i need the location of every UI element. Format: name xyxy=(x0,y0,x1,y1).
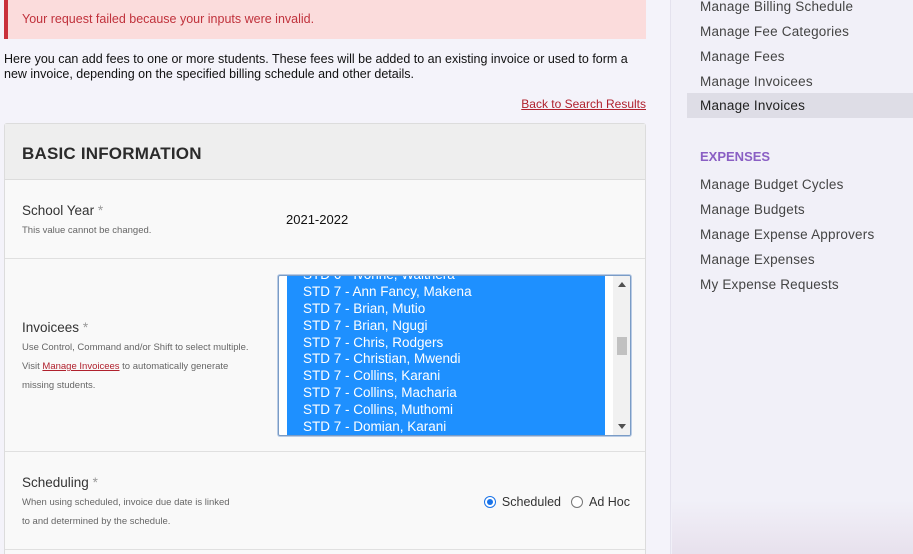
invoicees-multiselect[interactable]: STD 6 - Ivonne, WaitheraSTD 7 - Ann Fanc… xyxy=(278,275,631,436)
school-year-value: 2021-2022 xyxy=(286,212,349,227)
intro-text: Here you can add fees to one or more stu… xyxy=(4,52,628,81)
sidebar-item-manage-invoices[interactable]: Manage Invoices xyxy=(687,93,913,118)
invoicees-label: Invoicees * xyxy=(22,320,89,335)
invoicee-option[interactable]: STD 7 - Brian, Mutio xyxy=(287,300,605,318)
sidebar: Manage Billing Schedule Manage Fee Categ… xyxy=(687,0,913,554)
scrollbar-thumb[interactable] xyxy=(617,337,627,355)
sidebar-heading-expenses: EXPENSES xyxy=(700,149,771,164)
invoicees-row: Invoicees * Use Control, Command and/or … xyxy=(5,259,645,452)
invoicees-help: Use Control, Command and/or Shift to sel… xyxy=(22,342,249,391)
scroll-up-arrow-icon[interactable] xyxy=(618,282,626,287)
required-mark: * xyxy=(82,320,89,335)
scheduling-help: When using scheduled, invoice due date i… xyxy=(22,497,230,527)
main-content: Your request failed because your inputs … xyxy=(0,0,670,554)
sidebar-item-manage-expense-approvers[interactable]: Manage Expense Approvers xyxy=(687,222,913,247)
scheduling-radio-group: Scheduled Ad Hoc xyxy=(483,495,630,509)
adhoc-radio-label[interactable]: Ad Hoc xyxy=(589,495,630,509)
card-title: BASIC INFORMATION xyxy=(5,124,645,180)
sidebar-item-manage-expenses[interactable]: Manage Expenses xyxy=(687,247,913,272)
invoicee-option[interactable]: STD 6 - Ivonne, Waithera xyxy=(287,276,605,284)
sidebar-item-manage-billing-schedule[interactable]: Manage Billing Schedule xyxy=(687,0,913,19)
back-to-search-results-link[interactable]: Back to Search Results xyxy=(521,97,646,111)
scheduled-radio-label[interactable]: Scheduled xyxy=(502,495,561,509)
invoicees-scrollbar[interactable] xyxy=(613,276,630,435)
sidebar-item-manage-budget-cycles[interactable]: Manage Budget Cycles xyxy=(687,172,913,197)
required-mark: * xyxy=(97,203,104,218)
scheduling-row: Scheduling * When using scheduled, invoi… xyxy=(5,452,645,550)
error-alert-message: Your request failed because your inputs … xyxy=(22,12,315,26)
invoicee-option[interactable]: STD 7 - Christian, Mwendi xyxy=(287,351,605,369)
scroll-down-arrow-icon[interactable] xyxy=(618,424,626,429)
required-mark: * xyxy=(92,475,98,490)
adhoc-radio[interactable] xyxy=(571,496,583,508)
sidebar-item-manage-budgets[interactable]: Manage Budgets xyxy=(687,197,913,222)
sidebar-item-my-expense-requests[interactable]: My Expense Requests xyxy=(687,272,913,297)
scheduled-radio[interactable] xyxy=(483,496,496,508)
school-year-row: School Year * This value cannot be chang… xyxy=(5,181,645,259)
school-year-label: School Year * xyxy=(22,203,104,218)
invoicee-option[interactable]: STD 7 - Collins, Karani xyxy=(287,368,605,386)
invoicee-option[interactable]: STD 7 - Collins, Muthomi xyxy=(287,402,605,420)
invoicee-option[interactable]: STD 7 - Collins, Macharia xyxy=(287,385,605,403)
scheduling-label: Scheduling * xyxy=(22,475,98,490)
invoicee-option[interactable]: STD 7 - Domian, Karani xyxy=(287,419,605,435)
manage-invoicees-link[interactable]: Manage Invoicees xyxy=(42,361,119,372)
invoicee-option[interactable]: STD 7 - Ann Fancy, Makena xyxy=(287,283,605,301)
background-decoration xyxy=(672,500,913,554)
invoicee-option[interactable]: STD 7 - Brian, Ngugi xyxy=(287,317,605,335)
error-alert: Your request failed because your inputs … xyxy=(4,0,646,39)
invoicees-options: STD 6 - Ivonne, WaitheraSTD 7 - Ann Fanc… xyxy=(287,276,605,435)
sidebar-item-manage-fees[interactable]: Manage Fees xyxy=(687,44,913,69)
school-year-help: This value cannot be changed. xyxy=(22,225,152,236)
invoicee-option[interactable]: STD 7 - Chris, Rodgers xyxy=(287,334,605,352)
content-divider xyxy=(670,0,671,554)
basic-information-card: BASIC INFORMATION School Year * This val… xyxy=(4,123,646,554)
sidebar-item-manage-invoicees[interactable]: Manage Invoicees xyxy=(687,69,913,94)
sidebar-item-manage-fee-categories[interactable]: Manage Fee Categories xyxy=(687,19,913,44)
